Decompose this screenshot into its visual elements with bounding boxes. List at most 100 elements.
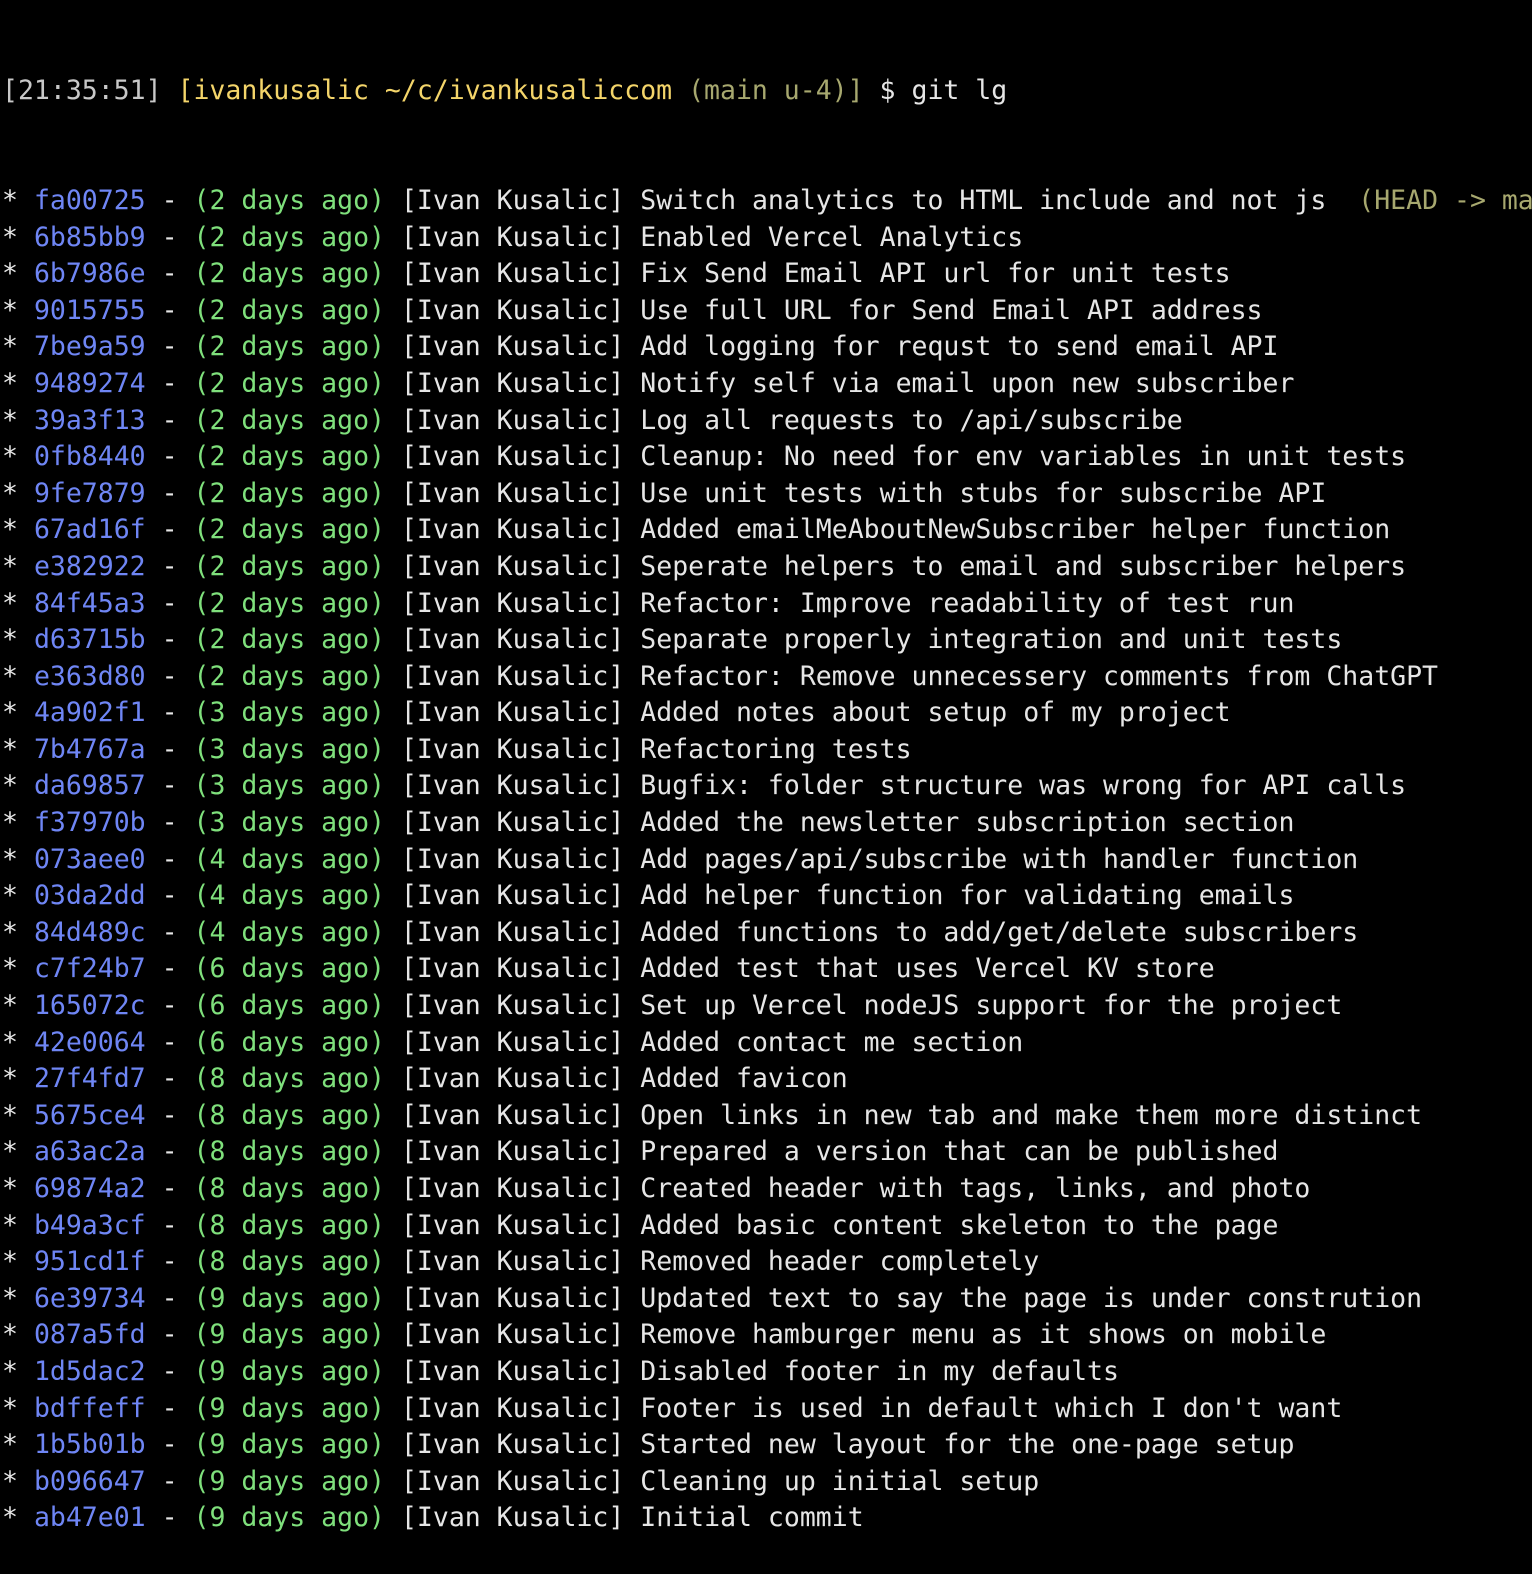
commit-hash[interactable]: 165072c	[34, 990, 146, 1021]
commit-author: [Ivan Kusalic]	[400, 294, 625, 326]
commit-hash[interactable]: 27f4fd7	[34, 1063, 146, 1094]
terminal-window[interactable]: [21:35:51] [ivankusalic ~/c/ivankusalicc…	[0, 0, 1532, 1533]
commit-author: [Ivan Kusalic]	[400, 587, 625, 619]
commit-hash[interactable]: d63715b	[34, 624, 146, 655]
commit-line: * bdffeff - (9 days ago) [Ivan Kusalic] …	[2, 1391, 1532, 1428]
commit-date: (2 days ago)	[193, 550, 385, 582]
commit-hash[interactable]: a63ac2a	[34, 1136, 146, 1167]
commit-hash[interactable]: 087a5fd	[34, 1319, 146, 1350]
commit-hash[interactable]: bdffeff	[34, 1393, 146, 1424]
separator-dash: -	[161, 1319, 178, 1351]
commit-hash[interactable]: 951cd1f	[34, 1246, 146, 1277]
commit-author: [Ivan Kusalic]	[400, 660, 625, 692]
commit-hash[interactable]: 9015755	[34, 295, 146, 326]
commit-hash[interactable]: b49a3cf	[34, 1210, 146, 1241]
commit-line: * 67ad16f - (2 days ago) [Ivan Kusalic] …	[2, 512, 1532, 549]
separator-dash: -	[161, 1136, 178, 1168]
commit-hash[interactable]: e363d80	[34, 661, 146, 692]
commit-message: Added the newsletter subscription sectio…	[640, 807, 1295, 839]
separator-dash: -	[161, 1355, 178, 1387]
commit-author: [Ivan Kusalic]	[400, 697, 625, 729]
commit-hash[interactable]: 9fe7879	[34, 478, 146, 509]
commit-date: (9 days ago)	[193, 1319, 385, 1351]
commit-date: (4 days ago)	[193, 843, 385, 875]
commit-hash[interactable]: 7b4767a	[34, 734, 146, 765]
commit-hash[interactable]: 7be9a59	[34, 331, 146, 362]
commit-hash[interactable]: 1d5dac2	[34, 1356, 146, 1387]
commit-date: (6 days ago)	[193, 953, 385, 985]
separator-dash: -	[161, 184, 178, 216]
commit-date: (3 days ago)	[193, 770, 385, 802]
commit-message: Seperate helpers to email and subscriber…	[640, 550, 1407, 582]
commit-author: [Ivan Kusalic]	[400, 807, 625, 839]
commit-message: Refactoring tests	[640, 733, 912, 765]
commit-hash[interactable]: 03da2dd	[34, 880, 146, 911]
commit-line: * 1b5b01b - (9 days ago) [Ivan Kusalic] …	[2, 1427, 1532, 1464]
commit-graph-marker: *	[2, 697, 18, 729]
commit-message: Enabled Vercel Analytics	[640, 221, 1024, 253]
separator-dash: -	[161, 697, 178, 729]
separator-dash: -	[161, 477, 178, 509]
commit-author: [Ivan Kusalic]	[400, 258, 625, 290]
commit-hash[interactable]: fa00725	[34, 185, 146, 216]
commit-hash[interactable]: 69874a2	[34, 1173, 146, 1204]
commit-date: (4 days ago)	[193, 880, 385, 912]
commit-hash[interactable]: 1b5b01b	[34, 1429, 146, 1460]
commit-author: [Ivan Kusalic]	[400, 441, 625, 473]
commit-date: (9 days ago)	[193, 1355, 385, 1387]
commit-hash[interactable]: 42e0064	[34, 1027, 146, 1058]
commit-graph-marker: *	[2, 441, 18, 473]
commit-hash[interactable]: f37970b	[34, 807, 146, 838]
commit-message: Log all requests to /api/subscribe	[640, 404, 1183, 436]
commit-hash[interactable]: 4a902f1	[34, 697, 146, 728]
commit-hash[interactable]: 5675ce4	[34, 1100, 146, 1131]
commit-hash[interactable]: 39a3f13	[34, 405, 146, 436]
commit-message: Refactor: Improve readability of test ru…	[640, 587, 1295, 619]
separator-dash: -	[161, 733, 178, 765]
prompt-time: [21:35:51]	[2, 75, 162, 107]
commit-message: Added test that uses Vercel KV store	[640, 953, 1215, 985]
commit-hash[interactable]: 6b7986e	[34, 258, 146, 289]
commit-message: Use unit tests with stubs for subscribe …	[640, 477, 1327, 509]
commit-date: (8 days ago)	[193, 1209, 385, 1241]
separator-dash: -	[161, 807, 178, 839]
commit-line: * 6e39734 - (9 days ago) [Ivan Kusalic] …	[2, 1281, 1532, 1318]
commit-date: (9 days ago)	[193, 1392, 385, 1424]
commit-hash[interactable]: b096647	[34, 1466, 146, 1497]
commit-message: Updated text to say the page is under co…	[640, 1282, 1423, 1314]
commit-author: [Ivan Kusalic]	[400, 1392, 625, 1424]
separator-dash: -	[161, 1099, 178, 1131]
commit-hash[interactable]: 6b85bb9	[34, 222, 146, 253]
commit-date: (3 days ago)	[193, 697, 385, 729]
commit-hash[interactable]: da69857	[34, 770, 146, 801]
command-input[interactable]: git lg	[911, 75, 1007, 106]
commit-hash[interactable]: c7f24b7	[34, 953, 146, 984]
commit-date: (8 days ago)	[193, 1136, 385, 1168]
separator-dash: -	[161, 367, 178, 399]
commit-line: * 6b85bb9 - (2 days ago) [Ivan Kusalic] …	[2, 220, 1532, 257]
commit-author: [Ivan Kusalic]	[400, 1429, 625, 1461]
commit-author: [Ivan Kusalic]	[400, 404, 625, 436]
commit-hash[interactable]: 6e39734	[34, 1283, 146, 1314]
commit-graph-marker: *	[2, 1429, 18, 1461]
commit-hash[interactable]: ab47e01	[34, 1502, 146, 1533]
commit-graph-marker: *	[2, 1063, 18, 1095]
commit-author: [Ivan Kusalic]	[400, 514, 625, 546]
commit-line: * 087a5fd - (9 days ago) [Ivan Kusalic] …	[2, 1317, 1532, 1354]
commit-hash[interactable]: 84d489c	[34, 917, 146, 948]
commit-hash[interactable]: 0fb8440	[34, 441, 146, 472]
commit-hash[interactable]: e382922	[34, 551, 146, 582]
commit-graph-marker: *	[2, 660, 18, 692]
commit-graph-marker: *	[2, 294, 18, 326]
commit-graph-marker: *	[2, 404, 18, 436]
commit-date: (3 days ago)	[193, 807, 385, 839]
commit-hash[interactable]: 9489274	[34, 368, 146, 399]
commit-message: Separate properly integration and unit t…	[640, 624, 1343, 656]
commit-graph-marker: *	[2, 587, 18, 619]
commit-hash[interactable]: 67ad16f	[34, 514, 146, 545]
commit-hash[interactable]: 84f45a3	[34, 588, 146, 619]
commit-graph-marker: *	[2, 477, 18, 509]
separator-dash: -	[161, 1429, 178, 1461]
commit-author: [Ivan Kusalic]	[400, 1136, 625, 1168]
commit-hash[interactable]: 073aee0	[34, 844, 146, 875]
